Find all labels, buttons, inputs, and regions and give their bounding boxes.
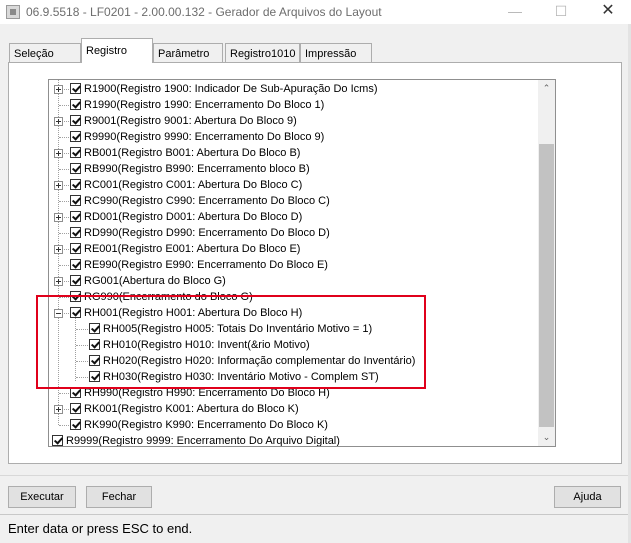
app-icon <box>6 5 20 19</box>
tree-item-label: RK990(Registro K990: Encerramento Do Blo… <box>84 419 328 431</box>
checkbox-checked-icon[interactable] <box>70 259 81 270</box>
tab-registro[interactable]: Registro <box>81 38 153 63</box>
divider <box>0 475 628 476</box>
tree-item[interactable]: RD001(Registro D001: Abertura Do Bloco D… <box>49 209 539 225</box>
tree-item[interactable]: RB001(Registro B001: Abertura Do Bloco B… <box>49 145 539 161</box>
expand-plus-icon[interactable] <box>54 181 63 190</box>
checkbox-checked-icon[interactable] <box>70 99 81 110</box>
minimize-button[interactable]: — <box>492 0 538 24</box>
tree-scrollbar[interactable]: ⌃ ⌄ <box>538 80 555 446</box>
tree-item-label: RB001(Registro B001: Abertura Do Bloco B… <box>84 147 301 159</box>
tree-connector <box>59 105 69 106</box>
tree-item[interactable]: RK990(Registro K990: Encerramento Do Blo… <box>49 417 539 433</box>
tab-impressao[interactable]: Impressão <box>300 43 372 62</box>
tree-item-label: RD990(Registro D990: Encerramento Do Blo… <box>84 227 330 239</box>
tree-item-label: RD001(Registro D001: Abertura Do Bloco D… <box>84 211 303 223</box>
status-bar: Enter data or press ESC to end. <box>0 514 628 543</box>
expand-plus-icon[interactable] <box>54 85 63 94</box>
close-window-button[interactable]: ✕ <box>585 0 631 24</box>
tab-registro1010[interactable]: Registro1010 <box>225 43 300 62</box>
expand-plus-icon[interactable] <box>54 405 63 414</box>
scroll-thumb[interactable] <box>539 144 554 427</box>
checkbox-checked-icon[interactable] <box>70 147 81 158</box>
tree-connector <box>59 393 69 394</box>
checkbox-checked-icon[interactable] <box>70 115 81 126</box>
checkbox-checked-icon[interactable] <box>70 275 81 286</box>
tree-item[interactable]: RC001(Registro C001: Abertura Do Bloco C… <box>49 177 539 193</box>
tree-item-label: RK001(Registro K001: Abertura do Bloco K… <box>84 403 299 415</box>
tree-item-label: RC001(Registro C001: Abertura Do Bloco C… <box>84 179 303 191</box>
tree-item[interactable]: RE990(Registro E990: Encerramento Do Blo… <box>49 257 539 273</box>
tab-parametro[interactable]: Parâmetro <box>153 43 223 62</box>
register-tree[interactable]: R1900(Registro 1900: Indicador De Sub-Ap… <box>48 79 556 447</box>
tree-item-label: R9990(Registro 9990: Encerramento Do Blo… <box>84 131 325 143</box>
checkbox-checked-icon[interactable] <box>52 435 63 446</box>
tree-item-label: RE990(Registro E990: Encerramento Do Blo… <box>84 259 328 271</box>
highlight-annotation <box>36 295 426 389</box>
checkbox-checked-icon[interactable] <box>70 211 81 222</box>
expand-plus-icon[interactable] <box>54 213 63 222</box>
tree-connector <box>59 425 69 426</box>
tree-connector <box>59 201 69 202</box>
tree-item[interactable]: R1900(Registro 1900: Indicador De Sub-Ap… <box>49 81 539 97</box>
tree-item[interactable]: RK001(Registro K001: Abertura do Bloco K… <box>49 401 539 417</box>
tree-item-label: RC990(Registro C990: Encerramento Do Blo… <box>84 195 330 207</box>
status-text: Enter data or press ESC to end. <box>8 521 193 536</box>
tree-item[interactable]: R9990(Registro 9990: Encerramento Do Blo… <box>49 129 539 145</box>
help-button[interactable]: Ajuda <box>554 486 621 508</box>
expand-plus-icon[interactable] <box>54 245 63 254</box>
scroll-up-arrow-icon[interactable]: ⌃ <box>538 80 555 97</box>
tree-connector <box>59 265 69 266</box>
checkbox-checked-icon[interactable] <box>70 131 81 142</box>
checkbox-checked-icon[interactable] <box>70 195 81 206</box>
tree-connector <box>59 233 69 234</box>
tree-item-label: RG001(Abertura do Bloco G) <box>84 275 226 287</box>
title-bar: 06.9.5518 - LF0201 - 2.00.00.132 - Gerad… <box>0 0 631 24</box>
tree-connector <box>59 169 69 170</box>
window-title: 06.9.5518 - LF0201 - 2.00.00.132 - Gerad… <box>26 5 382 19</box>
checkbox-checked-icon[interactable] <box>70 403 81 414</box>
tree-connector <box>59 137 69 138</box>
expand-plus-icon[interactable] <box>54 277 63 286</box>
tree-item-label: R1990(Registro 1990: Encerramento Do Blo… <box>84 99 325 111</box>
tree-item[interactable]: RD990(Registro D990: Encerramento Do Blo… <box>49 225 539 241</box>
tree-item[interactable]: RE001(Registro E001: Abertura Do Bloco E… <box>49 241 539 257</box>
tab-selecao[interactable]: Seleção <box>9 43 81 62</box>
checkbox-checked-icon[interactable] <box>70 243 81 254</box>
tree-item[interactable]: RG001(Abertura do Bloco G) <box>49 273 539 289</box>
checkbox-checked-icon[interactable] <box>70 179 81 190</box>
tree-item-label: RE001(Registro E001: Abertura Do Bloco E… <box>84 243 301 255</box>
checkbox-checked-icon[interactable] <box>70 83 81 94</box>
checkbox-checked-icon[interactable] <box>70 227 81 238</box>
tree-item[interactable]: R9001(Registro 9001: Abertura Do Bloco 9… <box>49 113 539 129</box>
expand-plus-icon[interactable] <box>54 149 63 158</box>
checkbox-checked-icon[interactable] <box>70 419 81 430</box>
tree-item[interactable]: RB990(Registro B990: Encerramento bloco … <box>49 161 539 177</box>
execute-button[interactable]: Executar <box>8 486 76 508</box>
tree-item[interactable]: R9999(Registro 9999: Encerramento Do Arq… <box>49 433 539 447</box>
tree-item[interactable]: R1990(Registro 1990: Encerramento Do Blo… <box>49 97 539 113</box>
tree-item[interactable]: RC990(Registro C990: Encerramento Do Blo… <box>49 193 539 209</box>
maximize-button[interactable]: ☐ <box>538 0 584 24</box>
close-button[interactable]: Fechar <box>86 486 152 508</box>
tree-item-label: R9001(Registro 9001: Abertura Do Bloco 9… <box>84 115 297 127</box>
expand-plus-icon[interactable] <box>54 117 63 126</box>
scroll-down-arrow-icon[interactable]: ⌄ <box>538 429 555 446</box>
checkbox-checked-icon[interactable] <box>70 163 81 174</box>
tree-item-label: R1900(Registro 1900: Indicador De Sub-Ap… <box>84 83 378 95</box>
tree-item-label: R9999(Registro 9999: Encerramento Do Arq… <box>66 435 340 447</box>
tree-item-label: RB990(Registro B990: Encerramento bloco … <box>84 163 310 175</box>
